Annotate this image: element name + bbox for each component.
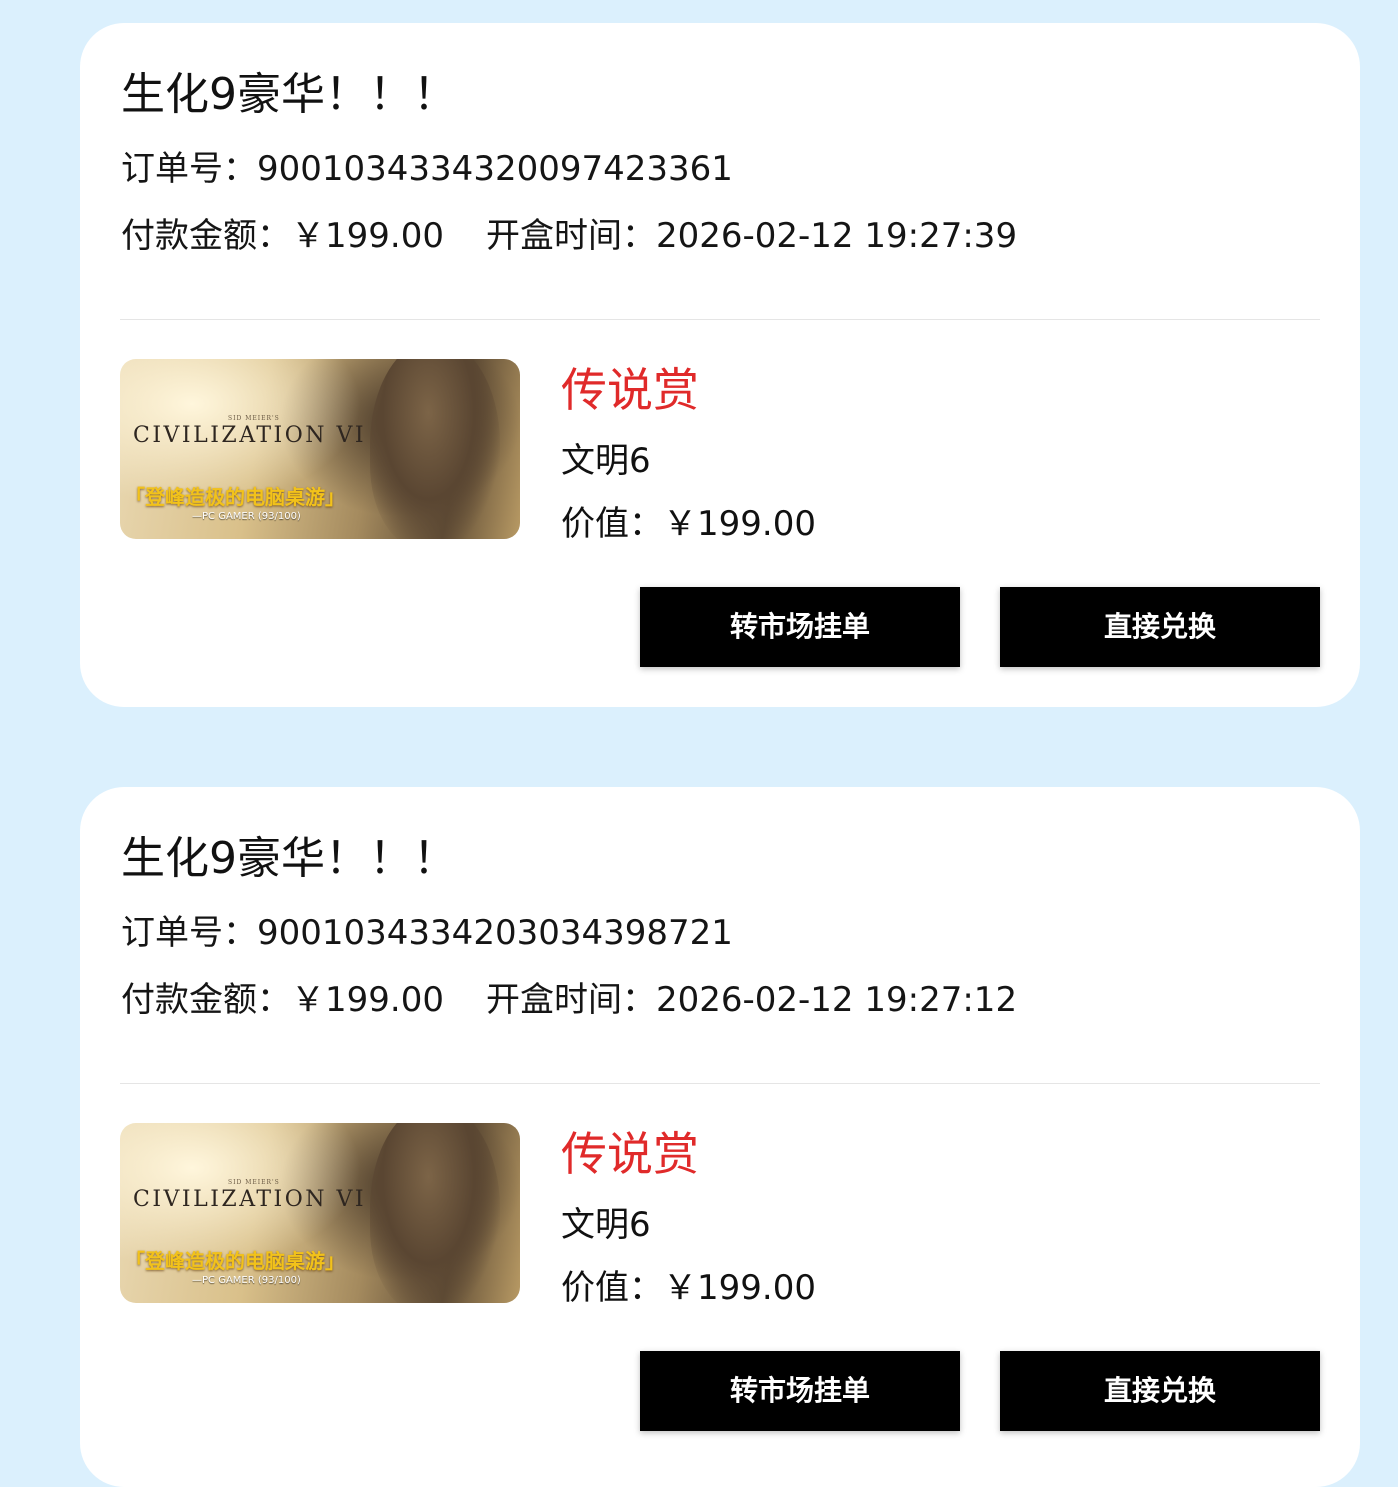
image-sid-text: SID MEIER'S: [228, 1179, 280, 1186]
open-time-value: 2026-02-12 19:27:12: [655, 980, 1018, 1020]
prize-value-row: 价值：￥199.00: [561, 1268, 816, 1308]
image-quote: 「登峰造极的电脑桌游」: [125, 485, 345, 509]
prize-value-amount: ￥199.00: [663, 504, 816, 544]
open-time-value: 2026-02-12 19:27:39: [655, 216, 1018, 256]
prize-tier: 传说赏: [561, 1127, 699, 1181]
payment-amount: ￥199.00: [291, 216, 444, 256]
order-number-label: 订单号：: [121, 913, 257, 953]
order-card: 生化9豪华！！！ 订单号：9001034334320097423361 付款金额…: [80, 23, 1360, 707]
image-quote: 「登峰造极的电脑桌游」: [125, 1249, 345, 1273]
prize-value-label: 价值：: [561, 1268, 663, 1308]
market-listing-button[interactable]: 转市场挂单: [640, 1351, 960, 1431]
image-quote-source: —PC GAMER (93/100): [192, 511, 301, 522]
payment-amount: ￥199.00: [291, 980, 444, 1020]
prize-name: 文明6: [561, 441, 651, 481]
prize-value-label: 价值：: [561, 504, 663, 544]
open-time-label: 开盒时间：: [485, 980, 656, 1020]
divider: [120, 1083, 1320, 1084]
image-game-title: CIVILIZATION VI: [133, 423, 367, 448]
order-title: 生化9豪华！！！: [121, 833, 457, 884]
image-quote-source: —PC GAMER (93/100): [192, 1275, 301, 1286]
prize-image: SID MEIER'S CIVILIZATION VI 「登峰造极的电脑桌游」 …: [120, 359, 520, 539]
prize-value-row: 价值：￥199.00: [561, 504, 816, 544]
redeem-button[interactable]: 直接兑换: [1000, 587, 1320, 667]
order-number-label: 订单号：: [121, 149, 257, 189]
prize-image: SID MEIER'S CIVILIZATION VI 「登峰造极的电脑桌游」 …: [120, 1123, 520, 1303]
prize-name: 文明6: [561, 1205, 651, 1245]
order-title: 生化9豪华！！！: [121, 69, 457, 120]
order-card: 生化9豪华！！！ 订单号：9001034334203034398721 付款金额…: [80, 787, 1360, 1487]
image-sid-text: SID MEIER'S: [228, 415, 280, 422]
payment-label: 付款金额：: [121, 216, 291, 256]
order-number-value: 9001034334203034398721: [257, 913, 733, 953]
order-number-row: 订单号：9001034334320097423361: [121, 149, 733, 189]
payment-row: 付款金额：￥199.00 开盒时间：2026-02-12 19:27:39: [121, 216, 1017, 256]
order-number-row: 订单号：9001034334203034398721: [121, 913, 733, 953]
statue-figure: [370, 359, 500, 539]
image-game-title: CIVILIZATION VI: [133, 1187, 367, 1212]
prize-tier: 传说赏: [561, 363, 699, 417]
statue-figure: [370, 1123, 500, 1303]
open-time-label: 开盒时间：: [485, 216, 656, 256]
divider: [120, 319, 1320, 320]
redeem-button[interactable]: 直接兑换: [1000, 1351, 1320, 1431]
order-number-value: 9001034334320097423361: [257, 149, 733, 189]
payment-row: 付款金额：￥199.00 开盒时间：2026-02-12 19:27:12: [121, 980, 1017, 1020]
prize-value-amount: ￥199.00: [663, 1268, 816, 1308]
payment-label: 付款金额：: [121, 980, 291, 1020]
market-listing-button[interactable]: 转市场挂单: [640, 587, 960, 667]
